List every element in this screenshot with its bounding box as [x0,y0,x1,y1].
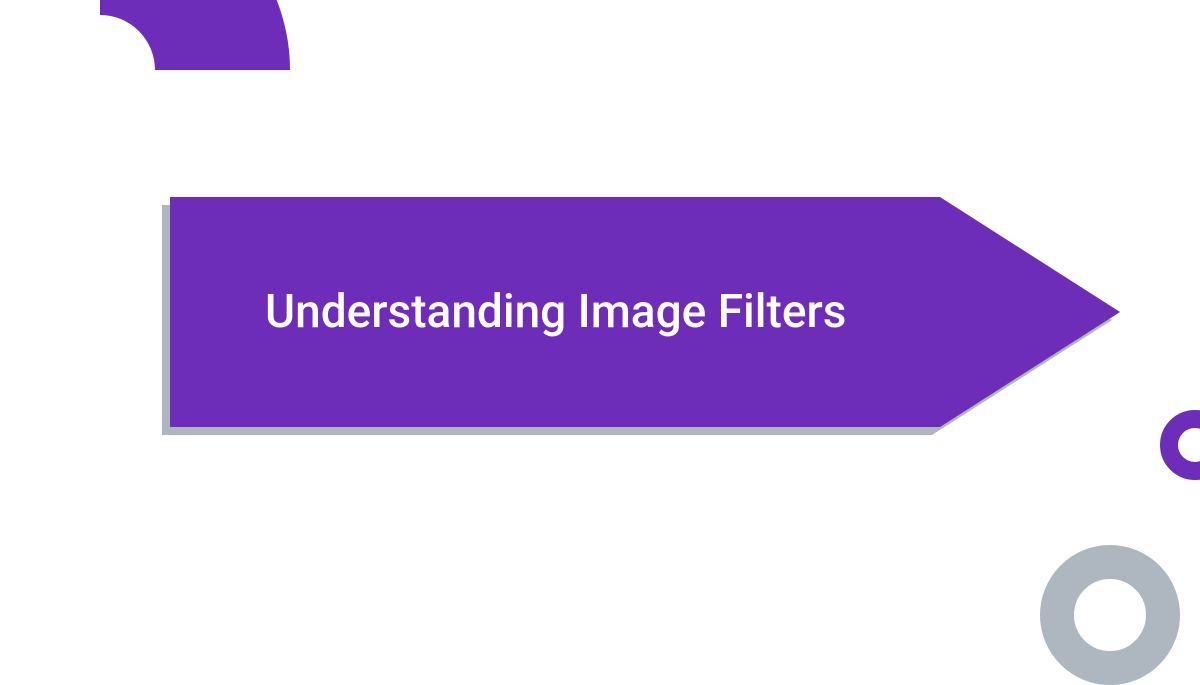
title-banner: Understanding Image Filters [170,197,1120,427]
page-title: Understanding Image Filters [265,285,846,339]
banner-arrow-shape: Understanding Image Filters [170,197,1120,427]
small-ring-decoration [1160,410,1200,480]
large-ring-decoration [1040,545,1180,685]
